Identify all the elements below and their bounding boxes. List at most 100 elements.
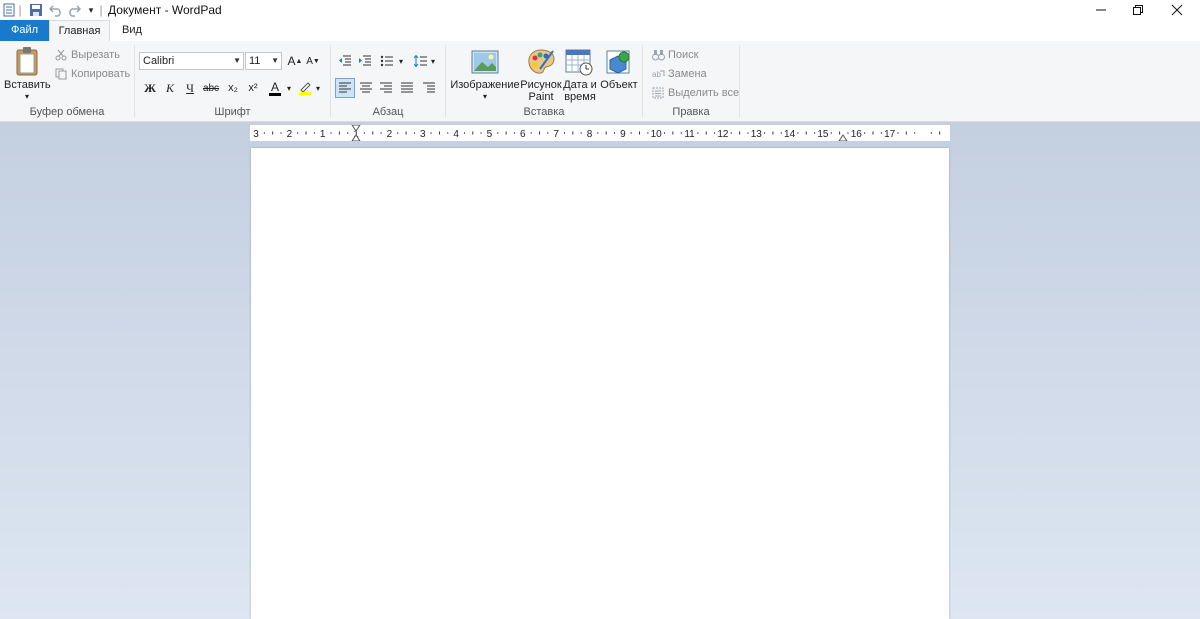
document-page[interactable] xyxy=(251,148,949,619)
calendar-clock-icon[interactable] xyxy=(564,47,594,77)
tab-view[interactable]: Вид xyxy=(115,20,149,41)
datetime-label-line1: Дата и xyxy=(563,79,597,91)
italic-button[interactable]: К xyxy=(160,78,180,98)
save-icon[interactable] xyxy=(28,2,44,18)
ruler-label: 17 xyxy=(884,129,896,140)
font-size-value: 11 xyxy=(249,55,261,67)
paste-button[interactable]: Вставить xyxy=(4,79,51,91)
insert-object-icon[interactable] xyxy=(603,47,633,77)
font-family-value: Calibri xyxy=(143,55,175,67)
paste-icon[interactable] xyxy=(8,45,46,77)
find-button[interactable]: Поиск xyxy=(651,46,698,64)
ruler-label: 7 xyxy=(553,129,559,140)
window-title: Документ - WordPad xyxy=(108,3,222,17)
highlight-color-bar xyxy=(299,92,311,95)
picture-icon[interactable] xyxy=(470,47,500,77)
ruler-label: 15 xyxy=(817,129,829,140)
chevron-down-icon[interactable]: ▾ xyxy=(429,52,437,70)
ruler-label: 2 xyxy=(387,129,393,140)
chevron-down-icon: ▼ xyxy=(271,56,279,65)
scissors-icon xyxy=(54,48,68,62)
chevron-down-icon[interactable]: ▾ xyxy=(396,52,406,70)
ruler-label: 11 xyxy=(684,129,695,140)
shrink-font-icon[interactable]: A ▼ xyxy=(305,52,321,70)
group-separator xyxy=(739,45,740,117)
paragraph-settings-icon[interactable] xyxy=(419,78,439,98)
close-icon[interactable] xyxy=(1154,0,1200,20)
justify-icon[interactable] xyxy=(397,78,417,98)
title-bar: | ▾ | Документ - WordPad xyxy=(0,0,1200,20)
superscript-button[interactable]: x² xyxy=(243,78,263,98)
align-left-icon[interactable] xyxy=(335,78,355,98)
redo-icon[interactable] xyxy=(66,2,82,18)
ruler-label: 4 xyxy=(453,129,459,140)
copy-button[interactable]: Копировать xyxy=(54,65,130,83)
align-center-icon[interactable] xyxy=(356,78,376,98)
ruler-label: 16 xyxy=(851,129,863,140)
ruler-label: 5 xyxy=(487,129,493,140)
binoculars-icon xyxy=(651,48,665,62)
find-label: Поиск xyxy=(668,49,699,61)
ruler-label: 1 xyxy=(320,129,326,140)
cut-button[interactable]: Вырезать xyxy=(54,46,120,64)
insert-picture-button[interactable]: Изображение xyxy=(450,79,520,91)
paragraph-group-label: Абзац xyxy=(372,106,404,118)
chevron-down-icon[interactable]: ▾ xyxy=(313,78,323,98)
underline-button[interactable]: Ч xyxy=(180,78,200,98)
line-spacing-icon[interactable] xyxy=(412,52,430,70)
font-group-label: Шрифт xyxy=(214,106,251,118)
highlight-color-button[interactable] xyxy=(296,78,314,98)
datetime-label-line2: время xyxy=(564,91,596,103)
ruler[interactable]: 3211234567891011121314151617 xyxy=(250,124,950,142)
select-all-button[interactable]: Выделить все xyxy=(651,84,739,102)
ruler-scale: 3211234567891011121314151617 xyxy=(253,124,941,142)
insert-object-button[interactable]: Объект xyxy=(598,79,640,91)
align-right-icon[interactable] xyxy=(376,78,396,98)
strikethrough-button[interactable]: abc xyxy=(201,78,221,98)
ruler-label: 8 xyxy=(587,129,593,140)
ruler-label: 10 xyxy=(651,129,663,140)
right-indent-marker[interactable] xyxy=(838,134,848,142)
cut-label: Вырезать xyxy=(71,49,120,61)
undo-icon[interactable] xyxy=(48,2,64,18)
customize-qat-icon[interactable]: ▾ xyxy=(86,2,96,18)
insert-datetime-button[interactable]: Дата и время xyxy=(558,79,602,103)
tab-home[interactable]: Главная xyxy=(49,20,110,41)
paint-palette-icon[interactable] xyxy=(526,47,556,77)
select-all-label: Выделить все xyxy=(668,87,740,99)
select-all-icon xyxy=(651,86,665,100)
replace-button[interactable]: ab Замена xyxy=(651,65,707,83)
qat-separator: | xyxy=(99,3,103,17)
highlighter-icon xyxy=(300,82,311,92)
ruler-label: 12 xyxy=(717,129,729,140)
font-color-letter: A xyxy=(270,79,279,94)
font-color-button[interactable]: A xyxy=(266,78,284,98)
insert-group-label: Вставка xyxy=(523,106,565,118)
font-family-select[interactable]: Calibri ▼ xyxy=(139,52,244,70)
wordpad-app-icon[interactable] xyxy=(2,2,16,18)
ruler-label: 6 xyxy=(520,129,526,140)
increase-indent-icon[interactable] xyxy=(356,52,374,70)
bold-button[interactable]: Ж xyxy=(140,78,160,98)
ruler-label: 9 xyxy=(620,129,626,140)
ruler-label: 14 xyxy=(784,129,796,140)
ruler-label: 2 xyxy=(287,129,293,140)
chevron-down-icon: ▼ xyxy=(233,56,241,65)
ruler-label: 3 xyxy=(420,129,426,140)
chevron-down-icon[interactable]: ▾ xyxy=(450,91,520,103)
decrease-indent-icon[interactable] xyxy=(336,52,354,70)
editing-group-label: Правка xyxy=(672,106,710,118)
copy-label: Копировать xyxy=(71,68,131,80)
bullet-list-icon[interactable] xyxy=(378,52,396,70)
chevron-down-icon[interactable]: ▾ xyxy=(284,78,294,98)
copy-icon xyxy=(54,67,68,81)
grow-font-icon[interactable]: A ▲ xyxy=(287,52,303,70)
ruler-label: 13 xyxy=(751,129,763,140)
paste-dropdown-icon[interactable]: ▾ xyxy=(4,91,50,103)
font-size-select[interactable]: 11 ▼ xyxy=(245,52,282,70)
replace-icon: ab xyxy=(651,67,665,81)
tab-file[interactable]: Файл xyxy=(0,20,49,41)
font-color-bar xyxy=(269,92,281,96)
ribbon: Вставить ▾ Вырезать Копировать Буфер обм… xyxy=(0,41,1200,122)
subscript-button[interactable]: x₂ xyxy=(223,78,243,98)
